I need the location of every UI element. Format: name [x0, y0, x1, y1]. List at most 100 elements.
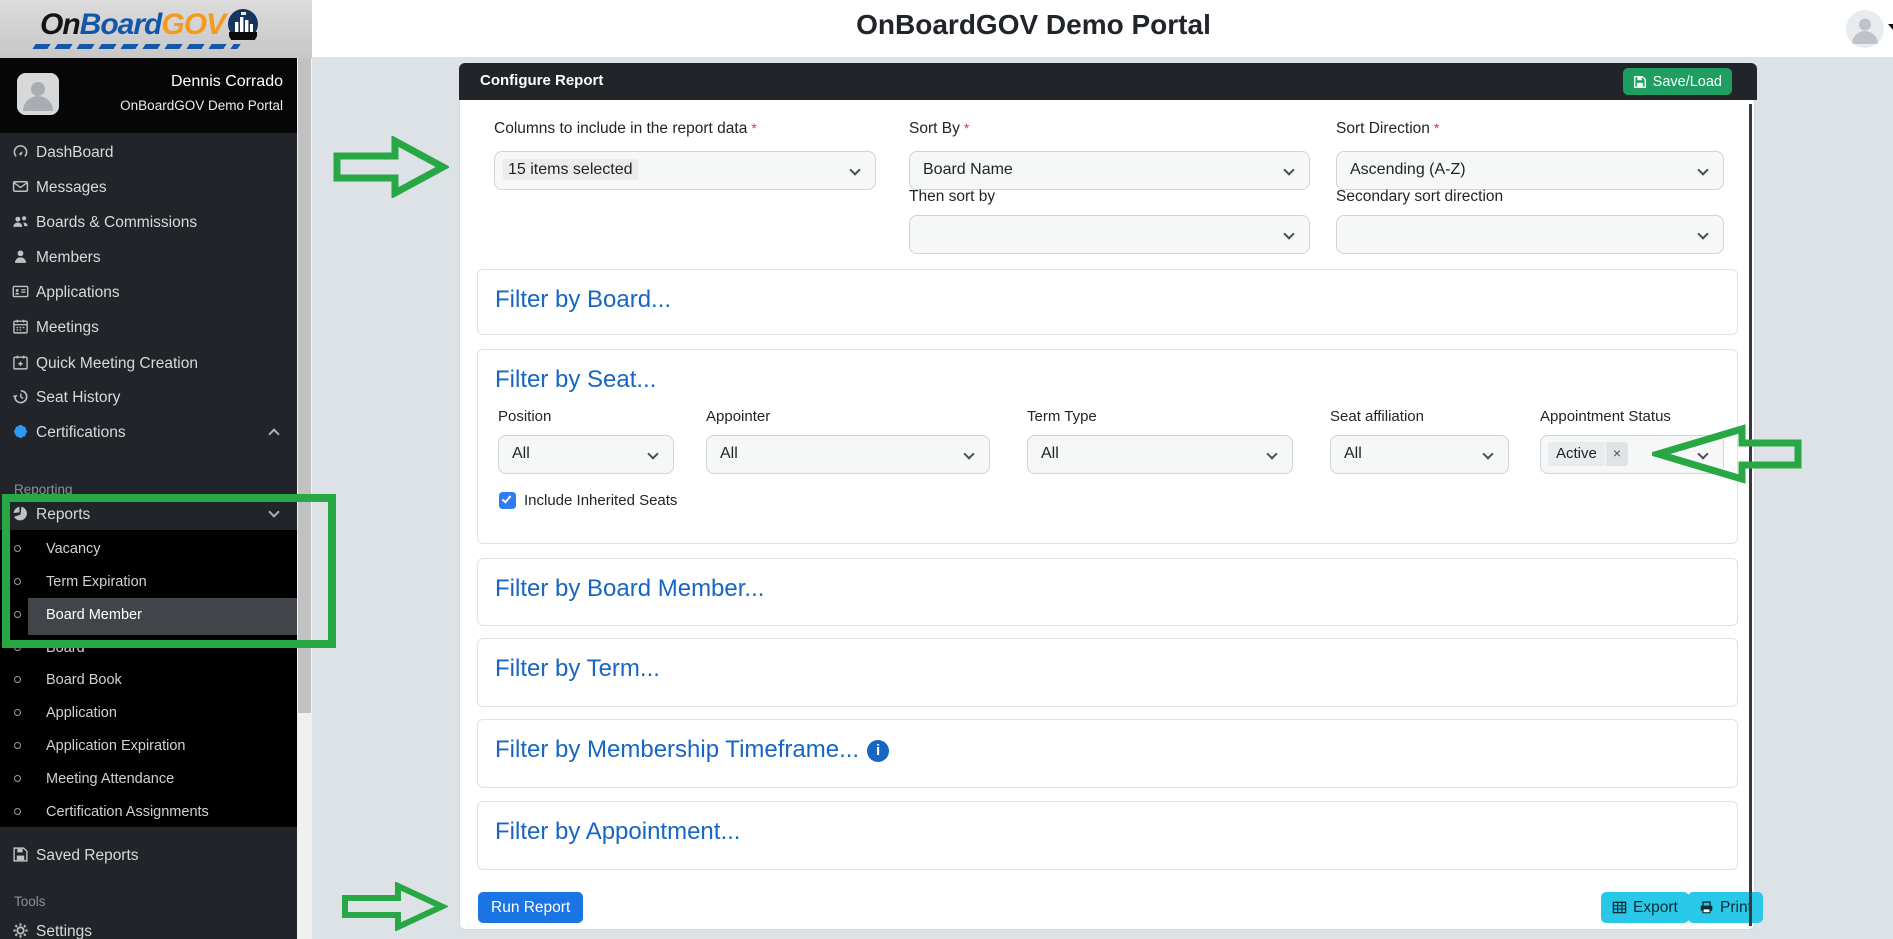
sidebar-item-dashboard[interactable]: DashBoard — [0, 142, 297, 168]
sidebar-item-boards-commissions[interactable]: Boards & Commissions — [0, 212, 297, 238]
tag-remove-button[interactable]: × — [1605, 442, 1629, 466]
calendar-icon — [12, 318, 29, 335]
sidebar-scrollbar-thumb[interactable] — [298, 58, 311, 713]
sidebar-item-certifications[interactable]: Certifications — [0, 422, 297, 448]
chevron-down-icon — [1482, 448, 1494, 460]
logo-swoosh — [32, 44, 241, 49]
sidebar: Dennis Corrado OnBoardGOV Demo Portal Da… — [0, 58, 297, 939]
submenu-item-board-book[interactable]: Board Book — [0, 671, 297, 695]
sidebar-item-label: Reports — [36, 506, 91, 523]
submenu-item-term-expiration[interactable]: Term Expiration — [0, 573, 297, 597]
sort-by-select-value: Board Name — [923, 161, 1013, 178]
print-label: Print — [1720, 898, 1752, 916]
card-header: Configure Report Save/Load — [459, 63, 1757, 100]
position-label: Position — [498, 408, 552, 425]
chevron-down-icon — [1697, 164, 1709, 176]
sidebar-item-settings[interactable]: Settings — [0, 921, 297, 939]
submenu-item-label: Application Expiration — [46, 738, 186, 754]
then-sort-select[interactable] — [909, 215, 1310, 254]
printer-icon — [1700, 901, 1713, 914]
sidebar-item-reports[interactable]: Reports — [0, 504, 297, 530]
sidebar-scrollbar-track[interactable] — [297, 58, 312, 939]
include-inherited-seats-checkbox[interactable] — [499, 492, 516, 509]
certificate-icon — [12, 423, 29, 440]
card-title: Configure Report — [480, 72, 604, 89]
sort-by-select[interactable]: Board Name — [909, 151, 1310, 190]
sidebar-item-members[interactable]: Members — [0, 247, 297, 273]
users-icon — [12, 213, 29, 230]
gear-icon — [12, 922, 29, 939]
bullet-icon — [14, 611, 21, 618]
app-logo[interactable]: OnBoardGOV — [40, 8, 259, 48]
seat-affiliation-select[interactable]: All — [1330, 435, 1509, 474]
sort-direction-select[interactable]: Ascending (A-Z) — [1336, 151, 1724, 190]
sidebar-item-saved-reports[interactable]: Saved Reports — [0, 845, 297, 871]
filter-membership-timeframe-toggle[interactable]: Filter by Membership Timeframe... — [495, 736, 890, 764]
sidebar-item-label: Certifications — [36, 424, 126, 441]
page: OnBoardGOV Demo Portal OnBoardGOV Dennis… — [0, 0, 1893, 939]
run-report-label: Run Report — [491, 898, 571, 916]
then-sort-label: Then sort by — [909, 188, 996, 205]
tag-label: Active — [1548, 442, 1605, 466]
floppy-disk-icon — [1633, 75, 1646, 88]
user-avatar[interactable] — [1846, 10, 1884, 48]
submenu-item-label: Board Member — [46, 607, 142, 623]
person-icon — [1846, 10, 1884, 48]
secondary-direction-select[interactable] — [1336, 215, 1724, 254]
envelope-icon — [12, 178, 29, 195]
page-title: OnBoardGOV Demo Portal — [856, 9, 1211, 40]
position-select[interactable]: All — [498, 435, 674, 474]
sidebar-item-label: Members — [36, 249, 101, 266]
sidebar-user-avatar[interactable] — [17, 73, 59, 115]
appointer-select[interactable]: All — [706, 435, 990, 474]
filter-term-box: Filter by Term... — [477, 638, 1738, 707]
info-icon[interactable] — [867, 740, 890, 762]
required-marker: * — [963, 120, 970, 136]
submenu-item-label: Certification Assignments — [46, 804, 209, 820]
submenu-item-vacancy[interactable]: Vacancy — [0, 540, 297, 564]
id-card-icon — [12, 283, 29, 300]
panel-scrollbar[interactable] — [1749, 104, 1752, 926]
user-org: OnBoardGOV Demo Portal — [120, 98, 283, 113]
submenu-item-board[interactable]: Board — [0, 639, 297, 663]
submenu-item-application[interactable]: Application — [0, 704, 297, 728]
filter-term-toggle[interactable]: Filter by Term... — [495, 655, 660, 683]
appointment-status-select[interactable]: Active × — [1540, 435, 1724, 474]
sort-direction-label: Sort Direction * — [1336, 120, 1440, 137]
filter-appointment-box: Filter by Appointment... — [477, 801, 1738, 870]
submenu-item-board-member[interactable]: Board Member — [0, 606, 297, 630]
columns-select[interactable]: 15 items selected — [494, 151, 876, 190]
sidebar-item-quick-meeting-creation[interactable]: Quick Meeting Creation — [0, 353, 297, 379]
term-type-select-value: All — [1041, 445, 1059, 462]
filter-board-member-box: Filter by Board Member... — [477, 558, 1738, 626]
submenu-item-label: Term Expiration — [46, 574, 147, 590]
filter-appointment-toggle[interactable]: Filter by Appointment... — [495, 818, 740, 846]
term-type-select[interactable]: All — [1027, 435, 1293, 474]
sidebar-item-messages[interactable]: Messages — [0, 177, 297, 203]
save-load-button[interactable]: Save/Load — [1622, 68, 1732, 95]
run-report-button[interactable]: Run Report — [478, 892, 584, 923]
export-button[interactable]: Export — [1601, 892, 1689, 923]
sidebar-item-meetings[interactable]: Meetings — [0, 317, 297, 343]
filter-board-member-toggle[interactable]: Filter by Board Member... — [495, 575, 764, 603]
check-icon — [501, 493, 512, 504]
submenu-item-meeting-attendance[interactable]: Meeting Attendance — [0, 770, 297, 794]
submenu-item-application-expiration[interactable]: Application Expiration — [0, 737, 297, 761]
user-name: Dennis Corrado — [170, 73, 283, 90]
submenu-item-label: Application — [46, 705, 117, 721]
sidebar-item-label: Messages — [36, 179, 107, 196]
chevron-down-icon — [1283, 164, 1295, 176]
caret-down-icon[interactable] — [1888, 24, 1893, 30]
filter-board-toggle[interactable]: Filter by Board... — [495, 286, 671, 314]
appointer-label: Appointer — [706, 408, 771, 425]
submenu-item-certification-assignments[interactable]: Certification Assignments — [0, 803, 297, 827]
sidebar-item-seat-history[interactable]: Seat History — [0, 387, 297, 413]
sidebar-section-reporting: Reporting — [14, 482, 73, 497]
pie-chart-icon — [12, 505, 29, 522]
sort-by-label: Sort By * — [909, 120, 970, 137]
chevron-down-icon — [647, 448, 659, 460]
chevron-down-icon — [1283, 228, 1295, 240]
filter-seat-toggle[interactable]: Filter by Seat... — [495, 366, 656, 394]
sidebar-item-label: Boards & Commissions — [36, 214, 198, 231]
sidebar-item-applications[interactable]: Applications — [0, 282, 297, 308]
